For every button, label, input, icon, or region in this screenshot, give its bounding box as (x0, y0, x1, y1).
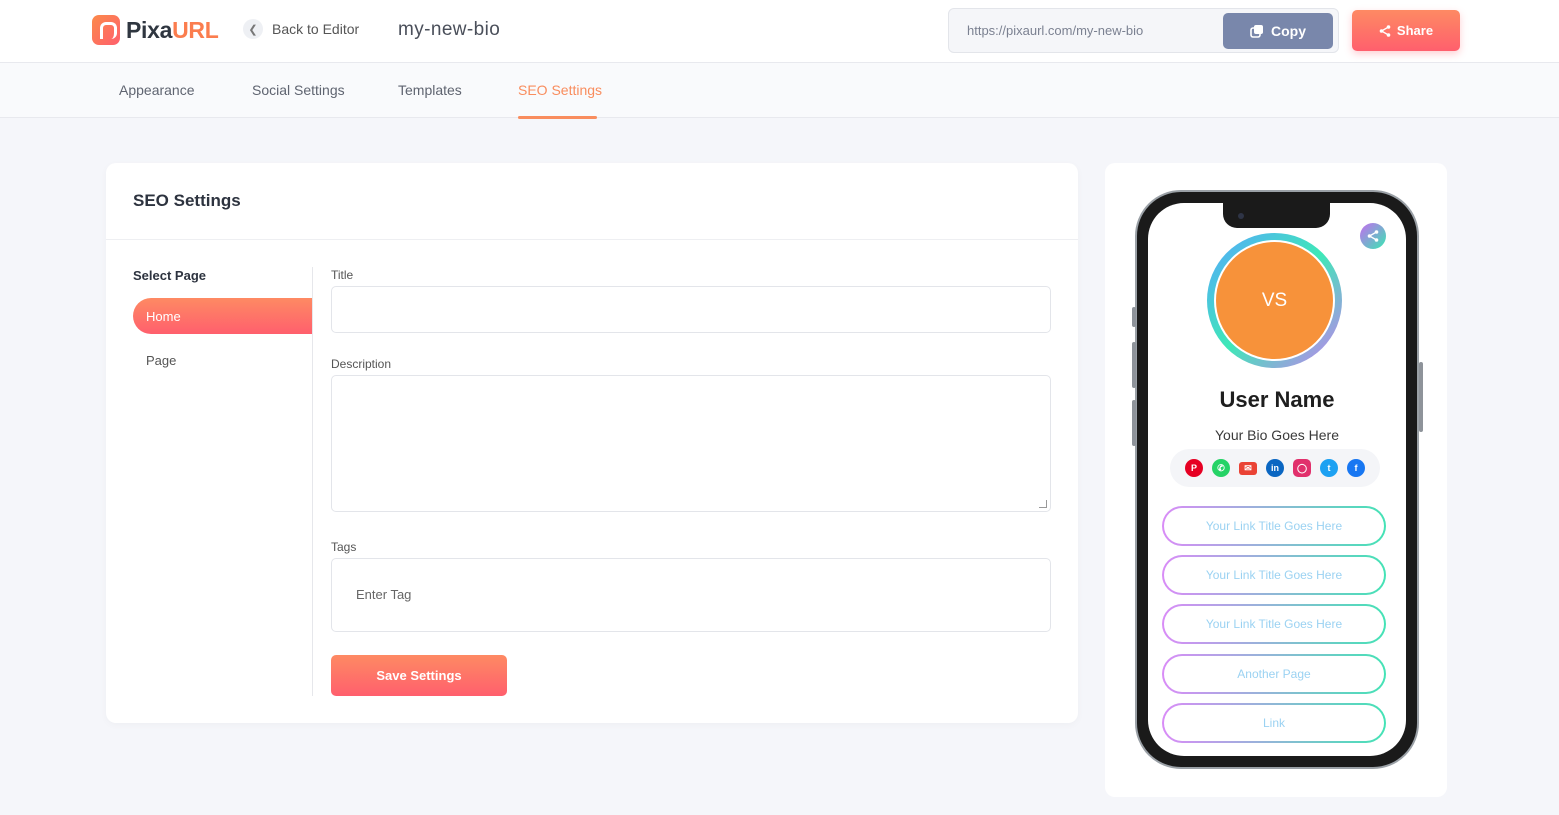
title-label: Title (331, 268, 354, 282)
link-button-label: Your Link Title Goes Here (1164, 557, 1384, 593)
logo-text-b: URL (172, 16, 219, 43)
share-label: Share (1396, 23, 1434, 38)
logo[interactable]: PixaURL (92, 15, 219, 45)
tags-label: Tags (331, 540, 357, 554)
instagram-icon[interactable]: ◯ (1293, 459, 1311, 477)
link-button-label: Your Link Title Goes Here (1164, 508, 1384, 544)
logo-icon (92, 15, 120, 45)
user-bio: Your Bio Goes Here (1215, 427, 1339, 443)
tab-appearance[interactable]: Appearance (119, 82, 195, 98)
link-button-label: Your Link Title Goes Here (1164, 606, 1384, 642)
user-name: User Name (1219, 387, 1335, 412)
bio-name: my-new-bio (398, 19, 501, 40)
profile-share-icon[interactable] (1360, 223, 1386, 249)
chevron-left-icon: ❮ (243, 19, 263, 39)
share-button[interactable]: Share (1352, 10, 1460, 51)
logo-text: PixaURL (126, 17, 219, 44)
link-button[interactable]: Link (1162, 703, 1386, 743)
tab-templates[interactable]: Templates (398, 82, 462, 98)
share-icon (1367, 230, 1379, 242)
phone-volume-down (1132, 400, 1136, 446)
link-button[interactable]: Your Link Title Goes Here (1162, 604, 1386, 644)
active-tab-indicator (518, 116, 597, 119)
tags-placeholder: Enter Tag (356, 587, 412, 602)
tab-seo-settings[interactable]: SEO Settings (518, 82, 602, 98)
link-button[interactable]: Your Link Title Goes Here (1162, 506, 1386, 546)
save-settings-button[interactable]: Save Settings (331, 655, 507, 696)
phone-mockup: VS User Name Your Bio Goes Here P ✆ ✉ in… (1132, 190, 1423, 769)
bio-url[interactable]: https://pixaurl.com/my-new-bio (967, 23, 1143, 38)
link-button-label: Link (1164, 705, 1384, 741)
title-input[interactable] (331, 286, 1051, 333)
description-textarea[interactable] (331, 375, 1051, 512)
url-box: https://pixaurl.com/my-new-bio Copy (948, 8, 1339, 53)
email-icon[interactable]: ✉ (1239, 461, 1257, 475)
card-title: SEO Settings (133, 191, 241, 210)
tags-input[interactable]: Enter Tag (331, 558, 1051, 632)
tab-social-settings[interactable]: Social Settings (252, 82, 345, 98)
linkedin-icon[interactable]: in (1266, 459, 1284, 477)
card-divider (106, 239, 1078, 240)
logo-text-a: Pixa (126, 16, 173, 43)
vertical-divider (312, 267, 313, 696)
page-option-page[interactable]: Page (146, 353, 176, 368)
social-icons-bar: P ✆ ✉ in ◯ t f (1170, 449, 1380, 487)
tab-bar: Appearance Social Settings Templates SEO… (0, 63, 1559, 119)
top-bar: PixaURL ❮ Back to Editor my-new-bio http… (0, 0, 1559, 63)
select-page-title: Select Page (133, 268, 206, 283)
link-button[interactable]: Another Page (1162, 654, 1386, 694)
phone-mute-switch (1132, 307, 1136, 327)
phone-power-button (1419, 362, 1423, 432)
copy-label: Copy (1271, 23, 1306, 39)
phone-volume-up (1132, 342, 1136, 388)
phone-screen: VS User Name Your Bio Goes Here P ✆ ✉ in… (1148, 203, 1406, 756)
pinterest-icon[interactable]: P (1185, 459, 1203, 477)
link-button[interactable]: Your Link Title Goes Here (1162, 555, 1386, 595)
back-to-editor-button[interactable]: ❮ Back to Editor (243, 19, 359, 39)
avatar: VS (1216, 242, 1333, 359)
camera-icon (1238, 213, 1244, 219)
copy-icon (1250, 25, 1263, 38)
phone-notch (1223, 203, 1330, 228)
copy-button[interactable]: Copy (1223, 13, 1333, 49)
whatsapp-icon[interactable]: ✆ (1212, 459, 1230, 477)
share-icon (1379, 24, 1391, 37)
page-option-home[interactable]: Home (133, 298, 313, 334)
twitter-icon[interactable]: t (1320, 459, 1338, 477)
back-label: Back to Editor (272, 21, 360, 37)
link-button-label: Another Page (1164, 656, 1384, 692)
preview-card: VS User Name Your Bio Goes Here P ✆ ✉ in… (1105, 163, 1447, 797)
description-label: Description (331, 357, 392, 371)
facebook-icon[interactable]: f (1347, 459, 1365, 477)
seo-settings-card: SEO Settings Select Page Home Page Title… (106, 163, 1078, 723)
resize-grip-icon[interactable] (1039, 500, 1047, 508)
